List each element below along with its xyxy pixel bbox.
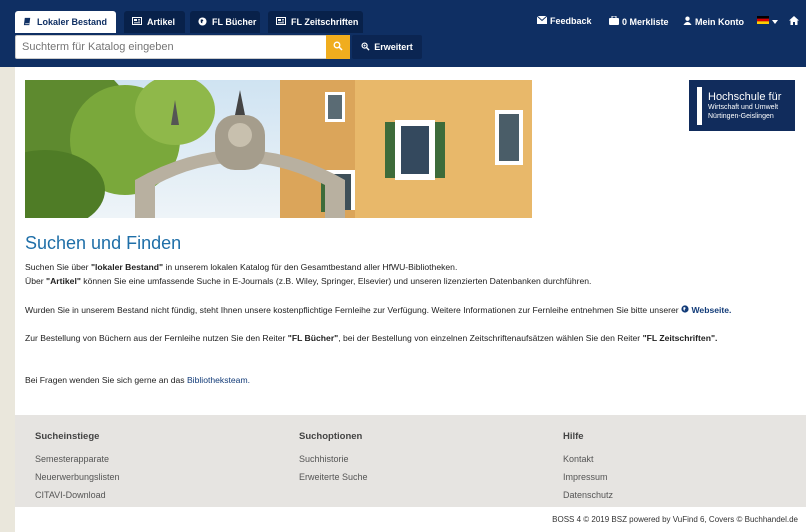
- footer-heading: Sucheinstiege: [35, 431, 100, 442]
- nav-feedback-label: Feedback: [550, 16, 592, 26]
- footer-link-kontakt[interactable]: Kontakt: [563, 450, 613, 468]
- nav-feedback[interactable]: Feedback: [536, 15, 592, 26]
- logo-line2: Wirtschaft und Umwelt: [708, 103, 779, 111]
- hfwu-logo: Hochschule für Wirtschaft und Umwelt Nür…: [689, 80, 795, 131]
- advanced-search-label: Erweitert: [374, 42, 413, 52]
- contact-paragraph: Bei Fragen wenden Sie sich gerne an das …: [25, 375, 251, 385]
- tab-label: Artikel: [147, 17, 176, 27]
- logo-line3: Nürtingen-Geislingen: [708, 112, 774, 120]
- page-title: Suchen und Finden: [25, 233, 182, 253]
- tab-fl-zeitschriften[interactable]: FL Zeitschriften: [268, 11, 363, 33]
- header-bar: Lokaler Bestand Artikel FL Bücher FL Zei…: [0, 0, 806, 67]
- search-icon: [333, 41, 343, 53]
- footer-link-suchhistorie[interactable]: Suchhistorie: [299, 450, 368, 468]
- footer-link-citavi[interactable]: CITAVI-Download: [35, 486, 120, 504]
- intro-paragraph-2: Über "Artikel" können Sie eine umfassend…: [25, 276, 592, 286]
- briefcase-icon: [609, 15, 619, 27]
- webseite-link[interactable]: Webseite.: [691, 305, 731, 315]
- fernleihe-paragraph: Wurden Sie in unserem Bestand nicht fünd…: [25, 305, 732, 315]
- main-content: Hochschule für Wirtschaft und Umwelt Nür…: [15, 67, 806, 415]
- tab-fl-buecher[interactable]: FL Bücher: [190, 11, 260, 33]
- advanced-search-button[interactable]: Erweitert: [352, 35, 422, 59]
- newspaper-icon: [132, 17, 142, 27]
- envelope-icon: [536, 15, 548, 26]
- banner-image: [25, 80, 532, 218]
- home-icon: [789, 16, 799, 27]
- footer-link-impressum[interactable]: Impressum: [563, 468, 613, 486]
- language-select[interactable]: [757, 16, 778, 26]
- footer-col-sucheinstiege: Sucheinstiege Semesterapparate Neuerwerb…: [35, 431, 120, 504]
- footer-heading: Suchoptionen: [299, 431, 363, 442]
- tab-label: FL Bücher: [212, 17, 257, 27]
- footer-link-datenschutz[interactable]: Datenschutz: [563, 486, 613, 504]
- footer: Sucheinstiege Semesterapparate Neuerwerb…: [15, 415, 806, 507]
- zoom-icon: [361, 41, 370, 53]
- home-link[interactable]: [789, 16, 799, 27]
- book-icon: [23, 17, 32, 28]
- footer-col-suchoptionen: Suchoptionen Suchhistorie Erweiterte Suc…: [299, 431, 368, 486]
- fernleihe-tabs-paragraph: Zur Bestellung von Büchern aus der Fernl…: [25, 333, 718, 343]
- globe-icon: [681, 305, 689, 315]
- credits-line: BOSS 4 © 2019 BSZ powered by VuFind 6, C…: [15, 507, 806, 532]
- globe-icon: [198, 16, 207, 28]
- nav-merkliste[interactable]: 0 Merkliste: [609, 15, 669, 27]
- caret-down-icon: [772, 16, 778, 26]
- logo-line1: Hochschule für: [708, 90, 782, 103]
- bibliotheksteam-link[interactable]: Bibliotheksteam.: [187, 375, 250, 385]
- nav-mein-konto[interactable]: Mein Konto: [683, 16, 744, 27]
- intro-paragraph-1: Suchen Sie über "lokaler Bestand" in uns…: [25, 262, 458, 272]
- tab-lokaler-bestand[interactable]: Lokaler Bestand: [15, 11, 116, 33]
- footer-col-hilfe: Hilfe Kontakt Impressum Datenschutz: [563, 431, 613, 504]
- newspaper-icon: [276, 17, 286, 27]
- user-icon: [683, 16, 692, 27]
- footer-heading: Hilfe: [563, 431, 584, 442]
- tab-artikel[interactable]: Artikel: [124, 11, 185, 33]
- search-button[interactable]: [326, 35, 350, 59]
- nav-merkliste-label: 0 Merkliste: [622, 16, 669, 27]
- search-input[interactable]: [15, 35, 327, 59]
- footer-link-erweiterte-suche[interactable]: Erweiterte Suche: [299, 468, 368, 486]
- footer-link-neuerwerbungslisten[interactable]: Neuerwerbungslisten: [35, 468, 120, 486]
- german-flag-icon: [757, 16, 769, 26]
- footer-link-semesterapparate[interactable]: Semesterapparate: [35, 450, 120, 468]
- nav-konto-label: Mein Konto: [695, 16, 744, 27]
- tab-label: Lokaler Bestand: [37, 17, 108, 27]
- tab-label: FL Zeitschriften: [291, 17, 359, 27]
